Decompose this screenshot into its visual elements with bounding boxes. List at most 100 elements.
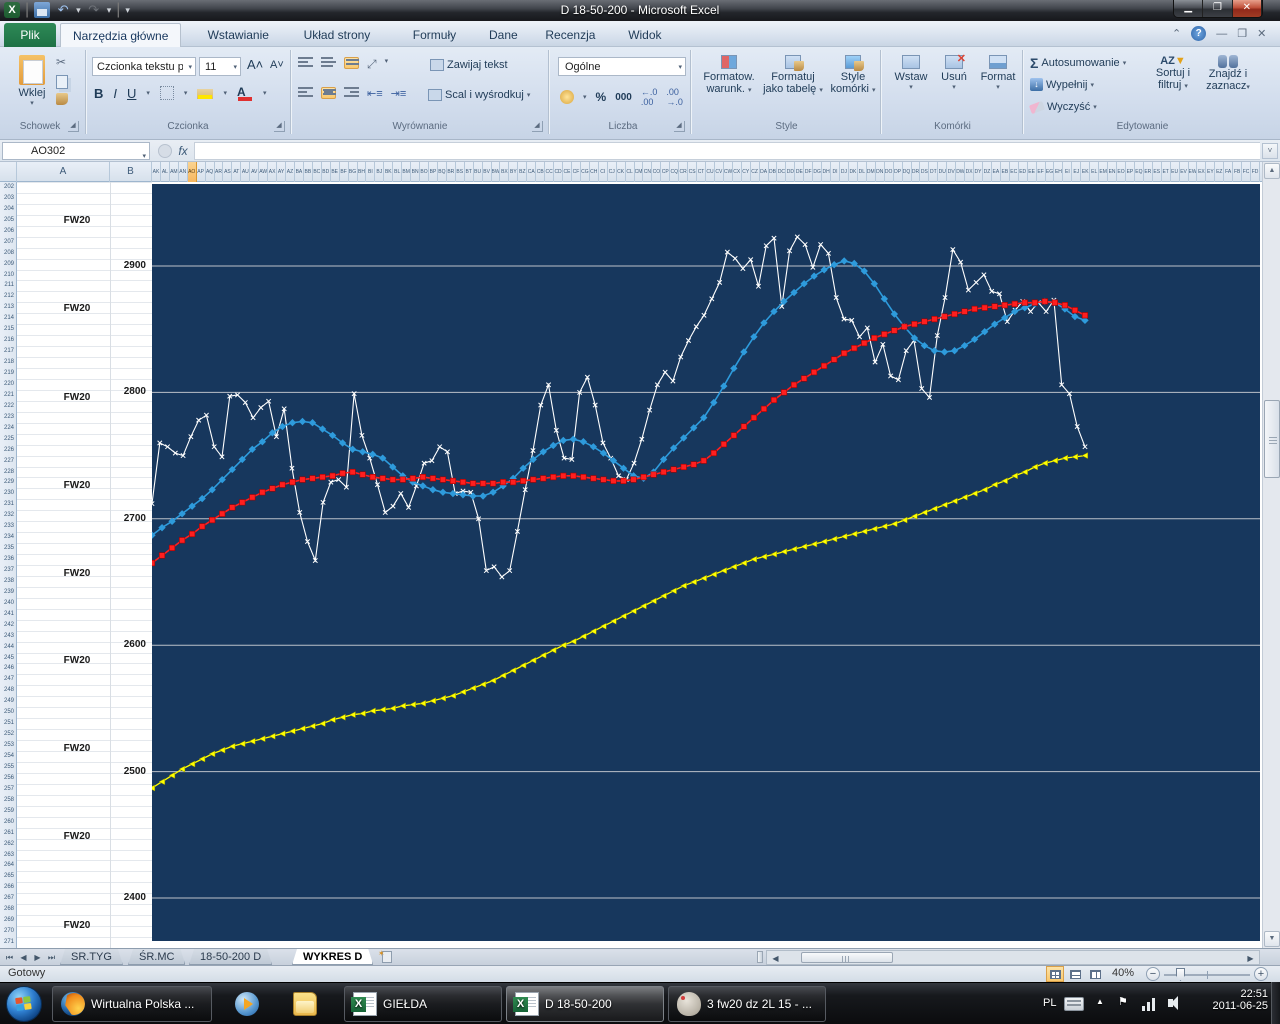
column-header-BR[interactable]: BR <box>447 162 456 182</box>
insert-cells-button[interactable]: Wstaw ▾ <box>890 55 932 91</box>
column-header-EM[interactable]: EM <box>1099 162 1109 182</box>
scroll-right-icon[interactable]: ▶ <box>1244 952 1257 965</box>
column-header-FD[interactable]: FD <box>1251 162 1260 182</box>
column-header-BE[interactable]: BE <box>331 162 340 182</box>
row-header-227[interactable]: 227 <box>0 456 16 467</box>
row-header-208[interactable]: 208 <box>0 248 16 259</box>
column-header-DH[interactable]: DH <box>822 162 832 182</box>
column-header-DO[interactable]: DO <box>885 162 894 182</box>
column-header-CT[interactable]: CT <box>697 162 706 182</box>
column-header-CW[interactable]: CW <box>724 162 733 182</box>
column-header-EP[interactable]: EP <box>1126 162 1135 182</box>
row-header-215[interactable]: 215 <box>0 324 16 335</box>
row-header-202[interactable]: 202 <box>0 182 16 193</box>
row-header-222[interactable]: 222 <box>0 401 16 412</box>
column-header-DS[interactable]: DS <box>920 162 930 182</box>
horizontal-scroll-thumb[interactable] <box>801 952 893 963</box>
shrink-font-button[interactable]: A˅ <box>270 59 284 71</box>
column-header-CY[interactable]: CY <box>742 162 751 182</box>
column-header-BQ[interactable]: BQ <box>438 162 447 182</box>
row-header-241[interactable]: 241 <box>0 609 16 620</box>
restore-button[interactable]: ❐ <box>1203 0 1233 17</box>
vertical-scroll-thumb[interactable] <box>1264 400 1280 478</box>
font-name-select[interactable]: Czcionka tekstu p(▾ <box>92 57 196 76</box>
taskbar-button-excel-d-18-50-200[interactable]: X D 18-50-200 <box>506 986 664 1022</box>
row-header-244[interactable]: 244 <box>0 642 16 653</box>
row-header-219[interactable]: 219 <box>0 368 16 379</box>
column-header-CD[interactable]: CD <box>554 162 564 182</box>
copy-icon[interactable] <box>56 75 68 89</box>
column-header-CB[interactable]: CB <box>536 162 546 182</box>
column-header-BV[interactable]: BV <box>483 162 492 182</box>
column-header-BT[interactable]: BT <box>465 162 474 182</box>
column-header-CO[interactable]: CO <box>652 162 662 182</box>
row-header-228[interactable]: 228 <box>0 467 16 478</box>
row-header-265[interactable]: 265 <box>0 871 16 882</box>
column-header-CF[interactable]: CF <box>572 162 581 182</box>
row-header-211[interactable]: 211 <box>0 280 16 291</box>
column-header-CG[interactable]: CG <box>581 162 590 182</box>
row-header-246[interactable]: 246 <box>0 663 16 674</box>
column-header-BC[interactable]: BC <box>313 162 322 182</box>
number-format-select[interactable]: Ogólne ▾ <box>558 57 686 76</box>
column-header-CZ[interactable]: CZ <box>751 162 760 182</box>
column-header-BS[interactable]: BS <box>456 162 465 182</box>
borders-dropdown-icon[interactable]: ▾ <box>184 89 188 97</box>
format-painter-icon[interactable] <box>56 93 68 105</box>
column-header-DM[interactable]: DM <box>867 162 876 182</box>
tray-volume-icon[interactable] <box>1168 995 1184 1011</box>
column-header-BI[interactable]: BI <box>366 162 376 182</box>
sheet-tab-wykres-d[interactable]: WYKRES D <box>292 949 373 965</box>
column-header-A[interactable]: A <box>17 162 110 182</box>
column-header-FB[interactable]: FB <box>1233 162 1243 182</box>
row-header-225[interactable]: 225 <box>0 434 16 445</box>
row-header-260[interactable]: 260 <box>0 817 16 828</box>
column-header-DP[interactable]: DP <box>894 162 903 182</box>
align-right-icon[interactable] <box>344 87 359 99</box>
column-header-BZ[interactable]: BZ <box>518 162 528 182</box>
decrease-indent-icon[interactable]: ⇤≡ <box>367 87 383 100</box>
column-header-EQ[interactable]: EQ <box>1135 162 1144 182</box>
row-header-207[interactable]: 207 <box>0 237 16 248</box>
row-header-240[interactable]: 240 <box>0 598 16 609</box>
tab-splitter-handle[interactable] <box>757 951 763 963</box>
row-header-203[interactable]: 203 <box>0 193 16 204</box>
row-header-233[interactable]: 233 <box>0 521 16 532</box>
column-header-DZ[interactable]: DZ <box>983 162 992 182</box>
row-header-214[interactable]: 214 <box>0 313 16 324</box>
column-header-EB[interactable]: EB <box>1001 162 1010 182</box>
taskbar-button-firefox[interactable]: Wirtualna Polska ... <box>52 986 212 1022</box>
row-header-239[interactable]: 239 <box>0 587 16 598</box>
column-header-DV[interactable]: DV <box>947 162 957 182</box>
row-headers[interactable]: 202 203 204 205 206 207 208 209 210 211 212 213 214 2… <box>0 182 17 948</box>
zoom-in-icon[interactable]: + <box>1254 967 1268 981</box>
column-header-BB[interactable]: BB <box>304 162 313 182</box>
column-header-EE[interactable]: EE <box>1028 162 1037 182</box>
clipboard-dialog-launcher[interactable]: ◢ <box>68 121 79 132</box>
column-header-DB[interactable]: DB <box>769 162 778 182</box>
row-header-251[interactable]: 251 <box>0 718 16 729</box>
column-header-BW[interactable]: BW <box>492 162 501 182</box>
column-headers[interactable]: A B AK AL AM AN AO AP AQ AR AS AT AU AV AW AX AY AZ BA BB BC… <box>0 162 1262 182</box>
taskbar-button-excel-gielda[interactable]: X GIEŁDA <box>344 986 502 1022</box>
delete-cells-button[interactable]: ✕ Usuń ▾ <box>934 53 974 91</box>
column-header-CA[interactable]: CA <box>527 162 537 182</box>
expand-formula-bar-icon[interactable]: ˅ <box>1262 142 1278 159</box>
insert-function-button[interactable]: fx <box>172 144 194 158</box>
font-size-select[interactable]: 11 ▾ <box>199 57 241 76</box>
ribbon-tab-widok[interactable]: Widok <box>616 23 673 47</box>
column-header-BN[interactable]: BN <box>411 162 421 182</box>
row-header-232[interactable]: 232 <box>0 510 16 521</box>
column-header-EK[interactable]: EK <box>1081 162 1091 182</box>
vertical-scrollbar[interactable]: ▲ ▼ <box>1262 162 1280 948</box>
column-header-AU[interactable]: AU <box>241 162 251 182</box>
column-header-DY[interactable]: DY <box>974 162 983 182</box>
column-header-ED[interactable]: ED <box>1019 162 1028 182</box>
column-header-DJ[interactable]: DJ <box>840 162 849 182</box>
align-bottom-icon[interactable] <box>344 57 359 69</box>
column-header-AZ[interactable]: AZ <box>286 162 295 182</box>
column-header-DA[interactable]: DA <box>760 162 769 182</box>
column-header-CC[interactable]: CC <box>545 162 555 182</box>
column-header-BM[interactable]: BM <box>402 162 412 182</box>
column-header-AO[interactable]: AO <box>187 162 197 182</box>
